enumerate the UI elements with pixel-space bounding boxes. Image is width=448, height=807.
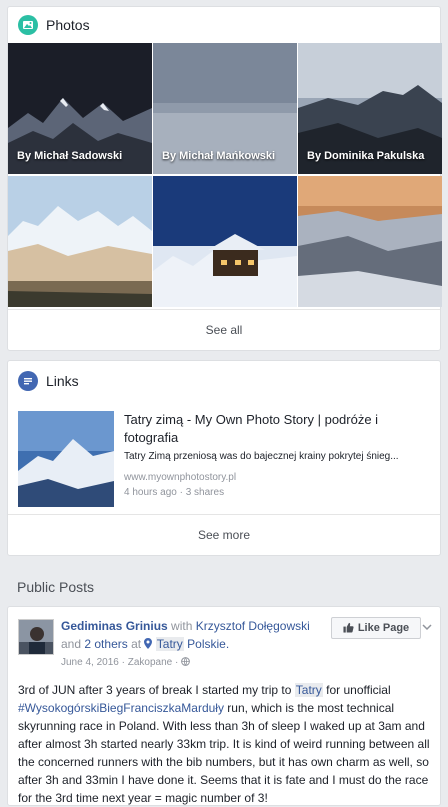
photos-header: Photos: [8, 7, 440, 43]
thumbs-up-icon: [343, 622, 358, 635]
photos-card: Photos By Michał Sadowski By Michał Mańk…: [7, 6, 442, 351]
link-title[interactable]: Tatry zimą - My Own Photo Story | podróż…: [124, 411, 429, 447]
link-body: Tatry zimą - My Own Photo Story | podróż…: [124, 411, 429, 498]
avatar[interactable]: [18, 619, 54, 655]
link-shares[interactable]: 3 shares: [186, 487, 224, 498]
post-text-part: run, which is the most technical skyrunn…: [18, 701, 430, 805]
post-tag-tatry[interactable]: Tatry: [294, 683, 323, 697]
location-pin-icon: [144, 637, 153, 651]
links-icon: [18, 371, 38, 391]
chevron-down-icon[interactable]: [422, 621, 432, 631]
place-tag[interactable]: Tatry: [155, 637, 184, 651]
photo-caption: By Dominika Pakulska: [307, 150, 425, 162]
link-domain: www.myownphotostory.pl: [124, 472, 237, 483]
like-page-label: Like Page: [357, 622, 410, 634]
photo-caption: By Michał Sadowski: [17, 150, 123, 162]
post-author[interactable]: Gediminas Grinius: [61, 619, 168, 633]
post-card: Gediminas Grinius with Krzysztof Dołęgow…: [7, 606, 441, 806]
link-time[interactable]: 4 hours ago: [124, 487, 177, 498]
with-word: with: [171, 619, 193, 633]
post-header: Gediminas Grinius with Krzysztof Dołęgow…: [61, 617, 331, 670]
photos-icon: [18, 15, 38, 35]
photo-tile[interactable]: [8, 176, 152, 307]
place-rest[interactable]: Polskie.: [187, 637, 229, 651]
globe-icon: [181, 657, 190, 668]
post-location[interactable]: Zakopane: [128, 657, 172, 668]
like-page-button[interactable]: Like Page: [331, 617, 421, 639]
post-date[interactable]: June 4, 2016: [61, 657, 119, 668]
links-title[interactable]: Links: [46, 373, 79, 389]
photo-tile[interactable]: By Dominika Pakulska: [298, 43, 442, 174]
links-card: Links Tatry zimą - My Own Photo Story | …: [7, 360, 441, 556]
photos-title[interactable]: Photos: [46, 17, 90, 33]
link-description: Tatry Zimą przeniosą was do bajecznej kr…: [124, 451, 399, 462]
photo-tile[interactable]: By Michał Sadowski: [8, 43, 152, 174]
see-more-link[interactable]: See more: [8, 514, 440, 555]
photo-caption: By Michał Mańkowski: [162, 150, 276, 162]
photo-tile[interactable]: [153, 176, 297, 307]
post-text-part: 3rd of JUN after 3 years of break I star…: [18, 683, 295, 697]
at-word: at: [131, 637, 142, 651]
and-word: and: [61, 637, 82, 651]
link-thumbnail[interactable]: [18, 411, 114, 507]
post-meta: June 4, 2016 · Zakopane ·: [61, 656, 331, 670]
others-link[interactable]: 2 others: [84, 637, 127, 651]
see-all-link[interactable]: See all: [8, 309, 440, 350]
tagged-person[interactable]: Krzysztof Dołęgowski: [196, 619, 310, 633]
post-text: 3rd of JUN after 3 years of break I star…: [18, 681, 432, 807]
photo-tile[interactable]: [298, 176, 442, 307]
photo-tile[interactable]: By Michał Mańkowski: [153, 43, 297, 174]
post-hashtag[interactable]: #WysokogórskiBiegFranciszkaMarduły: [18, 701, 224, 715]
link-item[interactable]: Tatry zimą - My Own Photo Story | podróż…: [18, 411, 432, 511]
links-header: Links: [8, 361, 440, 401]
public-posts-title: Public Posts: [17, 579, 95, 595]
post-text-part: for unofficial: [322, 683, 391, 697]
link-meta: 4 hours ago · 3 shares: [124, 487, 429, 498]
